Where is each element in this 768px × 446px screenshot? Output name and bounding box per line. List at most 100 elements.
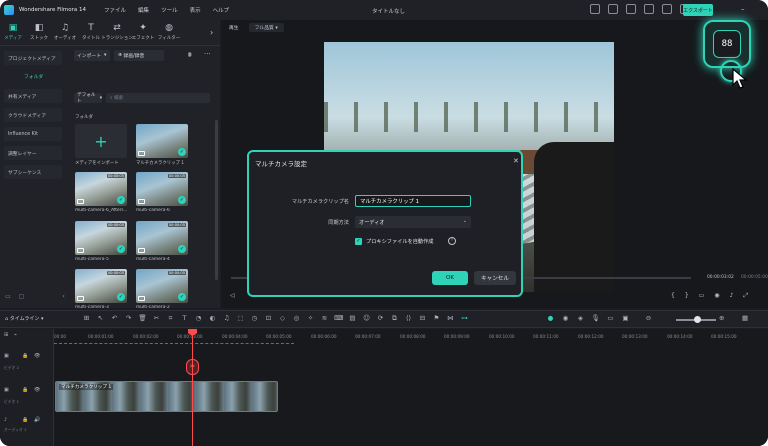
- tab-stock[interactable]: ◧ ストック: [26, 20, 52, 45]
- lock-icon[interactable]: 🔒: [22, 353, 28, 359]
- filter-icon[interactable]: ⩩: [188, 51, 192, 60]
- transform-icon[interactable]: ⬚: [236, 314, 245, 323]
- redo-icon[interactable]: ↷: [124, 314, 133, 323]
- detach-icon[interactable]: ⊟: [418, 314, 427, 323]
- cancel-button[interactable]: キャンセル: [474, 271, 516, 285]
- mic-icon[interactable]: 🎙: [591, 314, 600, 323]
- audio-icon[interactable]: ♫: [222, 314, 231, 323]
- proxy-checkbox[interactable]: ✓: [355, 238, 362, 245]
- layout-icon[interactable]: ▦: [742, 314, 748, 322]
- speaker-icon[interactable]: 🔊: [34, 417, 40, 423]
- media-item[interactable]: 00:00:05 ✓: [136, 172, 188, 206]
- ai-icon[interactable]: ✧: [306, 314, 315, 323]
- window-minimize-icon[interactable]: –: [741, 5, 745, 13]
- eye-icon[interactable]: 👁: [34, 353, 40, 359]
- media-scrollbar[interactable]: [215, 120, 218, 280]
- playhead[interactable]: [192, 329, 193, 446]
- marker-icon[interactable]: ⚑: [432, 314, 441, 323]
- volume-icon[interactable]: ♪: [730, 292, 734, 300]
- snap-icon[interactable]: ⋈: [446, 314, 455, 323]
- display-icon[interactable]: ▭: [699, 292, 705, 300]
- zoom-out-icon[interactable]: ⊖: [644, 314, 653, 323]
- motion-icon[interactable]: ≋: [320, 314, 329, 323]
- folder-view-icon[interactable]: ▢: [19, 293, 25, 300]
- tips-icon[interactable]: [590, 4, 600, 14]
- render-icon[interactable]: ⟳: [376, 314, 385, 323]
- camera-icon[interactable]: ◉: [714, 292, 719, 300]
- group-icon[interactable]: ⧉: [390, 314, 399, 323]
- ok-button[interactable]: OK: [432, 271, 468, 285]
- select-icon[interactable]: ↖: [96, 314, 105, 323]
- lock-icon[interactable]: 🔒: [22, 417, 28, 423]
- import-button[interactable]: インポート ▾: [74, 50, 110, 61]
- import-media-tile[interactable]: +: [75, 124, 127, 158]
- code-icon[interactable]: ⟨⟩: [404, 314, 413, 323]
- render-preview-icon[interactable]: ●: [546, 314, 555, 323]
- collapse-panel-icon[interactable]: ‹: [62, 293, 64, 300]
- tab-transitions[interactable]: ⇄ トランジション: [101, 20, 133, 45]
- media-item[interactable]: 00:00:05 ✓: [75, 269, 127, 303]
- quality-dropdown[interactable]: フル品質 ▾: [248, 22, 284, 32]
- image-icon[interactable]: [626, 4, 636, 14]
- tabs-next-chevron-icon[interactable]: ›: [210, 28, 213, 37]
- timeline-ruler[interactable]: 00:00 00:00:01:00 00:00:02:00 00:00:03:0…: [54, 331, 768, 343]
- sidebar-item-folder[interactable]: フォルダ: [4, 69, 62, 83]
- eye-icon[interactable]: 👁: [34, 387, 40, 393]
- info-icon[interactable]: ?: [448, 237, 456, 245]
- sidebar-item-adjustment-layer[interactable]: 調整レイヤー: [4, 146, 62, 160]
- timeline-menu[interactable]: ⌂ タイムライン ▾: [5, 315, 44, 322]
- sidebar-item-subsequence[interactable]: サブシーケンス: [4, 165, 62, 179]
- multicam-view-icon[interactable]: 88: [713, 30, 741, 58]
- menu-view[interactable]: 表示: [190, 6, 201, 14]
- multicam-clip[interactable]: マルチカメラクリップ 1: [55, 381, 278, 412]
- track-icon[interactable]: ▭: [606, 314, 615, 323]
- tab-audio[interactable]: ♫ オーディオ: [52, 20, 78, 45]
- record-button[interactable]: ⊕ 録画/録音: [114, 50, 164, 61]
- speed-icon[interactable]: ◔: [194, 314, 203, 323]
- delete-icon[interactable]: 🗑: [138, 314, 147, 323]
- link-icon[interactable]: ⌁: [14, 332, 17, 338]
- gift-icon[interactable]: [644, 4, 654, 14]
- search-input[interactable]: ⌕ 検索: [106, 93, 210, 103]
- undo-icon[interactable]: ↶: [110, 314, 119, 323]
- export-button[interactable]: エクスポート: [683, 4, 713, 16]
- lock-icon[interactable]: 🔒: [22, 387, 28, 393]
- clip-name-input[interactable]: [355, 195, 471, 207]
- tab-effects[interactable]: ✦ エフェクト: [130, 20, 156, 45]
- tab-filters[interactable]: ◍ フィルター: [156, 20, 182, 45]
- tts-icon[interactable]: ⌨: [334, 314, 343, 323]
- record-voice-icon[interactable]: ◉: [561, 314, 570, 323]
- menu-help[interactable]: ヘルプ: [213, 6, 230, 14]
- zoom-in-icon[interactable]: ⊕: [719, 314, 724, 322]
- media-item[interactable]: 00:00:05 ✓: [75, 221, 127, 255]
- media-item[interactable]: 00:00:05 ✓: [75, 172, 127, 206]
- add-track-icon[interactable]: ⊞: [4, 332, 8, 338]
- media-item[interactable]: 00:00:05 ✓: [136, 221, 188, 255]
- playhead-scissors-icon[interactable]: ✂: [186, 359, 199, 375]
- mask-icon[interactable]: ◎: [292, 314, 301, 323]
- sidebar-item-project-media[interactable]: プロジェクトメディア: [4, 51, 62, 65]
- new-folder-icon[interactable]: ▭: [5, 293, 11, 300]
- cloud-icon[interactable]: [608, 4, 618, 14]
- sticker-icon[interactable]: ☺: [362, 314, 371, 323]
- sidebar-item-influence-kit[interactable]: Influence Kit: [4, 127, 62, 141]
- menu-edit[interactable]: 編集: [138, 6, 149, 14]
- menu-tools[interactable]: ツール: [161, 6, 178, 14]
- scene-icon[interactable]: ▤: [348, 314, 357, 323]
- media-item[interactable]: ✓: [136, 124, 188, 158]
- sidebar-item-shared-media[interactable]: 共有メディア: [4, 89, 62, 103]
- mark-out-icon[interactable]: }: [685, 292, 689, 300]
- mark-in-icon[interactable]: {: [671, 292, 675, 300]
- more-icon[interactable]: ···: [204, 50, 211, 58]
- crop-icon[interactable]: ⌗: [166, 314, 175, 323]
- sync-method-select[interactable]: オーディオ ⌄: [355, 216, 471, 228]
- close-icon[interactable]: ✕: [513, 157, 519, 165]
- fullscreen-icon[interactable]: ⤢: [743, 292, 748, 300]
- zoom-slider-knob[interactable]: [694, 316, 701, 323]
- menu-file[interactable]: ファイル: [104, 6, 126, 14]
- link-icon[interactable]: ⊶: [460, 314, 469, 323]
- keyframe-icon[interactable]: ◇: [278, 314, 287, 323]
- step-back-icon[interactable]: ◁: [230, 292, 235, 299]
- tab-media[interactable]: ▣ メディア: [0, 20, 26, 45]
- shield-icon[interactable]: ◈: [576, 314, 585, 323]
